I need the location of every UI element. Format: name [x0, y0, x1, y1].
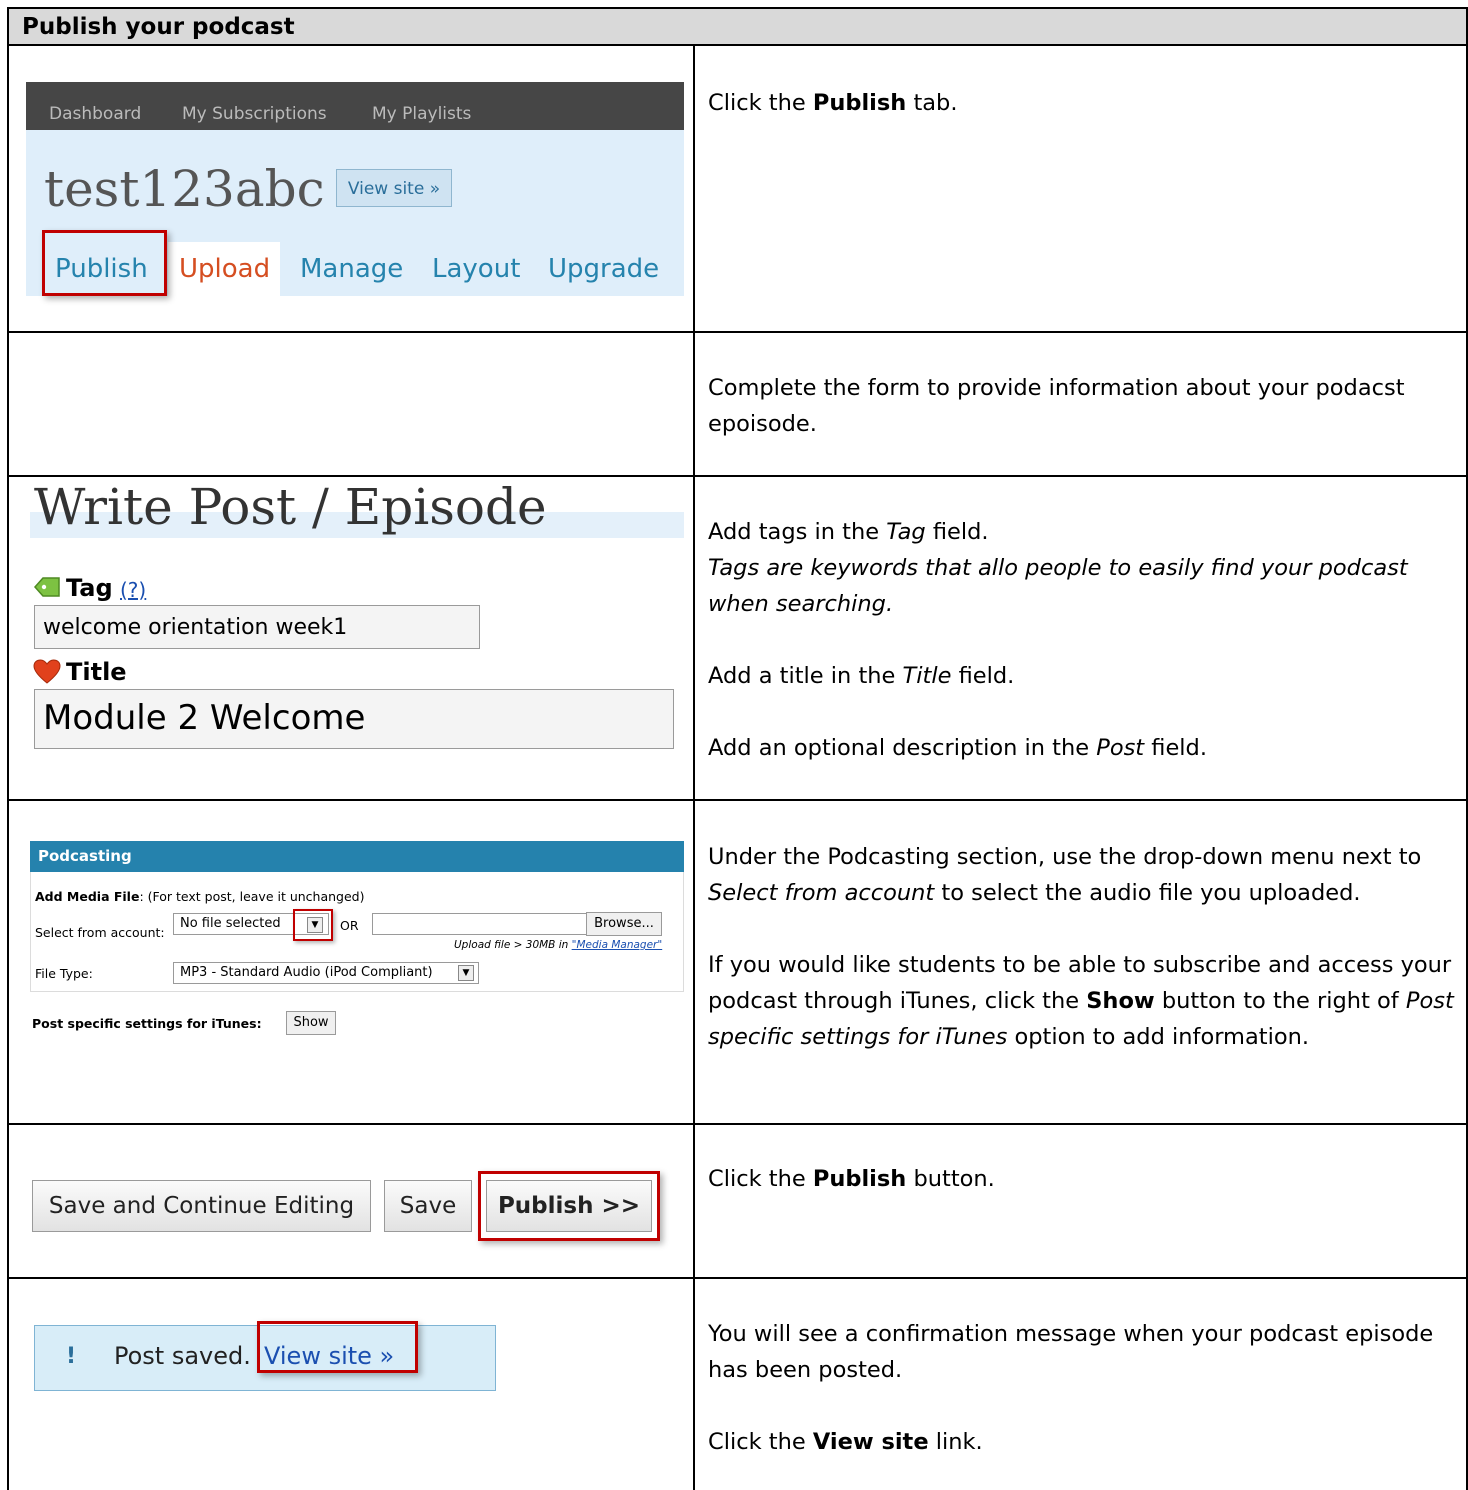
save-continue-editing-button[interactable]: Save and Continue Editing — [32, 1180, 371, 1232]
highlight-publish-button — [478, 1171, 660, 1241]
write-post-heading: Write Post / Episode — [34, 478, 547, 536]
highlight-dropdown — [293, 909, 333, 941]
instruction-document: Publish your podcast Dashboard My Subscr… — [0, 0, 1468, 1490]
table-rule — [8, 799, 1468, 801]
row3-instruction: Add tags in the Tag field. Tags are keyw… — [708, 519, 1408, 761]
show-itunes-button[interactable]: Show — [286, 1011, 336, 1035]
table-border-top — [8, 7, 1468, 9]
podcasting-section-header: Podcasting — [30, 841, 684, 872]
table-column-divider — [693, 45, 695, 1490]
table-rule — [8, 1123, 1468, 1125]
title-label: Title — [66, 658, 127, 686]
tab-upgrade[interactable]: Upgrade — [548, 254, 659, 284]
row5-instruction: Click the Publish button. — [708, 1166, 995, 1192]
nav-dashboard[interactable]: Dashboard — [49, 104, 141, 124]
alert-icon: ! — [66, 1344, 77, 1369]
nav-my-playlists[interactable]: My Playlists — [372, 104, 471, 124]
tag-input[interactable]: welcome orientation week1 — [34, 605, 480, 649]
tag-label: Tag — [66, 574, 113, 602]
or-label: OR — [340, 918, 359, 933]
blog-name: test123abc — [44, 160, 325, 218]
row2-instruction: Complete the form to provide information… — [708, 375, 1405, 437]
tab-layout[interactable]: Layout — [432, 254, 520, 284]
tab-upload[interactable]: Upload — [179, 254, 270, 284]
itunes-settings-label: Post specific settings for iTunes: — [32, 1016, 262, 1031]
row4-instruction: Under the Podcasting section, use the dr… — [708, 844, 1454, 1050]
table-rule — [8, 1277, 1468, 1279]
title-input[interactable]: Module 2 Welcome — [34, 689, 674, 749]
tab-manage[interactable]: Manage — [300, 254, 403, 284]
heart-icon — [33, 659, 61, 684]
view-site-button[interactable]: View site » — [336, 169, 452, 207]
media-manager-link[interactable]: "Media Manager" — [572, 939, 663, 951]
tag-icon — [33, 577, 60, 597]
highlight-publish-tab — [42, 230, 167, 296]
row1-instruction: Click the Publish tab. — [708, 90, 958, 116]
table-rule — [8, 475, 1468, 477]
file-type-label: File Type: — [35, 966, 93, 981]
tag-help-link[interactable]: (?) — [120, 578, 146, 602]
upload-note: Upload file > 30MB in "Media Manager" — [454, 939, 663, 951]
header-title: Publish your podcast — [22, 14, 295, 40]
nav-my-subscriptions[interactable]: My Subscriptions — [182, 104, 327, 124]
file-type-dropdown[interactable]: MP3 - Standard Audio (iPod Compliant) — [173, 962, 479, 984]
table-border-left — [7, 7, 9, 1490]
highlight-view-site-link — [257, 1321, 418, 1373]
save-button[interactable]: Save — [384, 1180, 472, 1232]
post-saved-message: Post saved. — [114, 1342, 251, 1370]
file-path-input[interactable] — [372, 913, 588, 935]
row6-instruction: You will see a confirmation message when… — [708, 1321, 1434, 1455]
browse-button[interactable]: Browse... — [586, 912, 662, 936]
file-type-arrow-icon[interactable]: ▼ — [458, 965, 474, 981]
top-nav-bar: Dashboard My Subscriptions My Playlists — [26, 82, 684, 130]
table-rule — [8, 44, 1468, 46]
select-from-account-label: Select from account: — [35, 925, 165, 940]
table-rule — [8, 331, 1468, 333]
add-media-label: Add Media File: (For text post, leave it… — [35, 889, 365, 904]
